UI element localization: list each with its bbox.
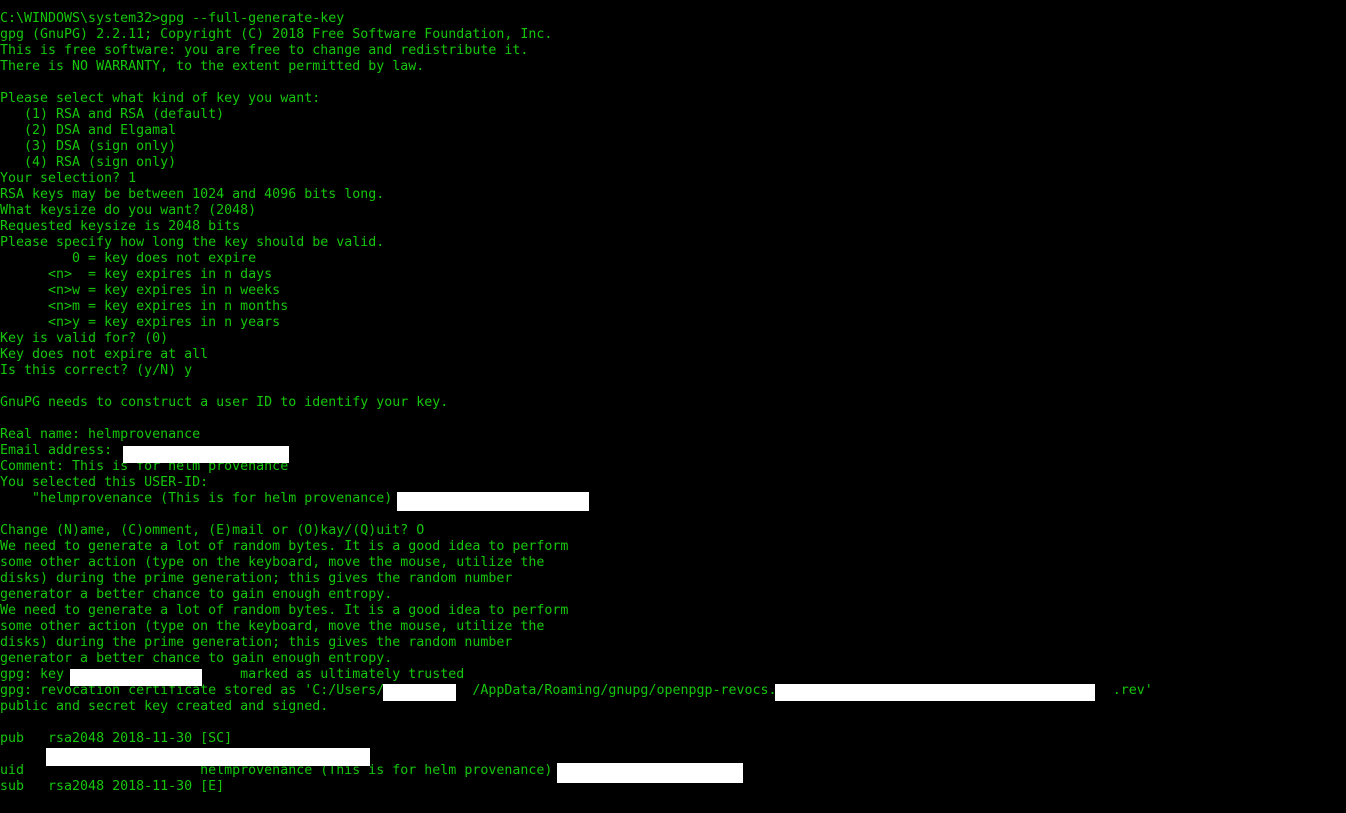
console-line: "helmprovenance (This is for helm proven… xyxy=(0,491,393,506)
console-line: (2) DSA and Elgamal xyxy=(0,123,177,138)
console-line: (1) RSA and RSA (default) xyxy=(0,107,225,122)
console-line: Is this correct? (y/N) y xyxy=(0,363,193,378)
console-line: Key does not expire at all xyxy=(0,347,209,362)
console-line: There is NO WARRANTY, to the extent perm… xyxy=(0,59,425,74)
console-line: Change (N)ame, (C)omment, (E)mail or (O)… xyxy=(0,523,425,538)
console-line: Your selection? 1 xyxy=(0,171,137,186)
console-line: public and secret key created and signed… xyxy=(0,699,329,714)
console-line: GnuPG needs to construct a user ID to id… xyxy=(0,395,449,410)
console-line: disks) during the prime generation; this… xyxy=(0,635,513,650)
console-line: generator a better chance to gain enough… xyxy=(0,587,393,602)
console-line: <n> = key expires in n days xyxy=(0,267,273,282)
console-line: gpg: key marked as ultimately trusted xyxy=(0,667,465,682)
console-line: <n>y = key expires in n years xyxy=(0,315,281,330)
console-line: sub rsa2048 2018-11-30 [E] xyxy=(0,779,225,794)
console-line: gpg: revocation certificate stored as 'C… xyxy=(0,683,1153,698)
console-line: Key is valid for? (0) xyxy=(0,331,169,346)
terminal-window[interactable]: C:\WINDOWS\system32>gpg --full-generate-… xyxy=(0,0,1346,813)
console-line: Requested keysize is 2048 bits xyxy=(0,219,241,234)
console-line: generator a better chance to gain enough… xyxy=(0,651,393,666)
console-line: We need to generate a lot of random byte… xyxy=(0,603,569,618)
console-line: Please select what kind of key you want: xyxy=(0,91,321,106)
console-line: C:\WINDOWS\system32>gpg --full-generate-… xyxy=(0,11,345,26)
console-line: 0 = key does not expire xyxy=(0,251,257,266)
console-line: What keysize do you want? (2048) xyxy=(0,203,257,218)
console-line: Real name: helmprovenance xyxy=(0,427,201,442)
console-line: uid helmprovenance (This is for helm pro… xyxy=(0,763,553,778)
console-line: gpg (GnuPG) 2.2.11; Copyright (C) 2018 F… xyxy=(0,27,553,42)
console-line: We need to generate a lot of random byte… xyxy=(0,539,569,554)
console-line: This is free software: you are free to c… xyxy=(0,43,529,58)
console-line: some other action (type on the keyboard,… xyxy=(0,619,545,634)
console-line: <n>w = key expires in n weeks xyxy=(0,283,281,298)
console-line: Comment: This is for helm provenance xyxy=(0,459,289,474)
console-line: RSA keys may be between 1024 and 4096 bi… xyxy=(0,187,385,202)
console-line: Please specify how long the key should b… xyxy=(0,235,385,250)
console-line: (4) RSA (sign only) xyxy=(0,155,177,170)
console-output: C:\WINDOWS\system32>gpg --full-generate-… xyxy=(0,11,1346,795)
console-line: pub rsa2048 2018-11-30 [SC] xyxy=(0,731,233,746)
console-line: some other action (type on the keyboard,… xyxy=(0,555,545,570)
console-line: disks) during the prime generation; this… xyxy=(0,571,513,586)
console-line: (3) DSA (sign only) xyxy=(0,139,177,154)
console-line: <n>m = key expires in n months xyxy=(0,299,289,314)
console-line: You selected this USER-ID: xyxy=(0,475,209,490)
console-line: Email address: xyxy=(0,443,113,458)
